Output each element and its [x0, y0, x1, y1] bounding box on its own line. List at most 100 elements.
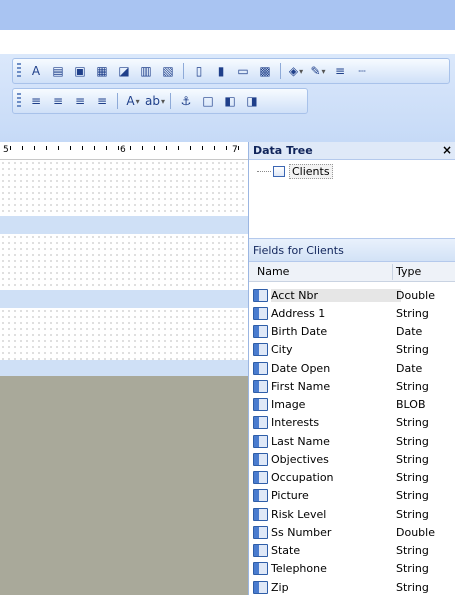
field-name: Occupation	[271, 471, 334, 485]
field-row[interactable]: First Name String	[249, 377, 455, 395]
column-header-type[interactable]: Type	[396, 265, 421, 278]
field-name: Address 1	[271, 306, 326, 320]
field-type: String	[396, 452, 429, 466]
band-separator[interactable]	[0, 360, 248, 376]
field-row[interactable]: State String	[249, 542, 455, 560]
fields-section-header: Fields for Clients	[249, 238, 455, 262]
fields-section-title: Fields for Clients	[253, 244, 344, 257]
ruler-label: 7	[232, 145, 238, 155]
label-tool-icon[interactable]: ▤	[49, 62, 67, 80]
align-center-icon[interactable]: ≡	[49, 92, 67, 110]
field-type: Double	[396, 525, 435, 539]
field-row[interactable]: City String	[249, 341, 455, 359]
field-name: Acct Nbr	[271, 288, 401, 302]
field-icon	[253, 580, 268, 594]
anchor-icon[interactable]: ⚓	[177, 92, 195, 110]
fill-color-icon[interactable]: ◈	[287, 62, 305, 80]
field-icon	[253, 544, 268, 558]
field-name: Birth Date	[271, 325, 328, 339]
field-row[interactable]: Birth Date Date	[249, 323, 455, 341]
dash-style-icon[interactable]: ┈	[353, 62, 371, 80]
report-band-header[interactable]	[0, 160, 248, 216]
report-band-detail[interactable]	[0, 234, 248, 290]
highlight-icon[interactable]: ab	[145, 92, 164, 110]
columns-icon[interactable]: ▯	[190, 62, 208, 80]
field-row[interactable]: Picture String	[249, 487, 455, 505]
ruler-tick	[130, 146, 131, 150]
ruler-tick	[58, 146, 59, 150]
field-row[interactable]: Image BLOB	[249, 396, 455, 414]
field-name: Last Name	[271, 434, 330, 448]
bring-front-icon[interactable]: ◧	[221, 92, 239, 110]
field-row[interactable]: Telephone String	[249, 560, 455, 578]
column-divider[interactable]	[392, 264, 393, 280]
field-name: Risk Level	[271, 507, 327, 521]
tree-node-label[interactable]: Clients	[289, 164, 333, 179]
close-icon[interactable]: ×	[442, 143, 452, 157]
field-row[interactable]: Date Open Date	[249, 359, 455, 377]
toolbar-grip[interactable]	[17, 63, 21, 79]
field-name: First Name	[271, 379, 331, 393]
border-icon[interactable]: □	[199, 92, 217, 110]
field-type: String	[396, 544, 429, 558]
field-row[interactable]: Objectives String	[249, 450, 455, 468]
field-name: Telephone	[271, 562, 327, 576]
text-tool-icon[interactable]: A	[27, 62, 45, 80]
line-style-icon[interactable]: ≡	[331, 62, 349, 80]
fields-list: Acct Nbr Double Address 1 String Birth Date D…	[249, 286, 455, 595]
ruler-tick	[166, 146, 167, 150]
field-row[interactable]: Acct Nbr Double	[249, 286, 455, 304]
band-separator[interactable]	[0, 216, 248, 234]
report-band-footer[interactable]	[0, 308, 248, 360]
align-left-icon[interactable]: ≡	[27, 92, 45, 110]
ruler-tick	[70, 146, 71, 150]
band-separator[interactable]	[0, 290, 248, 308]
subreport-tool-icon[interactable]: ◪	[115, 62, 133, 80]
page-layout-icon[interactable]: ▮	[212, 62, 230, 80]
table-tool-icon[interactable]: ▥	[137, 62, 155, 80]
field-name: State	[271, 544, 301, 558]
ruler-tick	[190, 146, 191, 150]
ruler-tick	[10, 146, 11, 150]
field-type: String	[396, 562, 429, 576]
properties-icon[interactable]: ▩	[256, 62, 274, 80]
field-row[interactable]: Interests String	[249, 414, 455, 432]
field-row[interactable]: Occupation String	[249, 469, 455, 487]
toolbar-separator	[117, 93, 118, 109]
crosstab-tool-icon[interactable]: ▧	[159, 62, 177, 80]
toolbar-separator	[183, 63, 184, 79]
field-row[interactable]: Risk Level String	[249, 505, 455, 523]
image-box-icon[interactable]: ▭	[234, 62, 252, 80]
align-right-icon[interactable]: ≡	[71, 92, 89, 110]
field-name: City	[271, 343, 293, 357]
field-type: String	[396, 471, 429, 485]
tree-node-clients[interactable]: Clients	[257, 164, 333, 179]
picture-tool-icon[interactable]: ▣	[71, 62, 89, 80]
field-icon	[253, 288, 268, 302]
field-type: String	[396, 343, 429, 357]
line-color-icon[interactable]: ✎	[309, 62, 327, 80]
field-name: Interests	[271, 416, 320, 430]
column-header-name[interactable]: Name	[257, 265, 289, 278]
field-type: String	[396, 580, 429, 594]
send-back-icon[interactable]: ◨	[243, 92, 261, 110]
ruler-tick	[202, 146, 203, 150]
justify-icon[interactable]: ≡	[93, 92, 111, 110]
tree-connector	[257, 171, 271, 172]
field-type: String	[396, 416, 429, 430]
toolbar-grip[interactable]	[17, 93, 21, 109]
font-color-icon[interactable]: A	[124, 92, 142, 110]
ruler-tick	[94, 146, 95, 150]
field-row[interactable]: Last Name String	[249, 432, 455, 450]
field-type: Double	[396, 288, 435, 302]
field-icon	[253, 525, 268, 539]
toolbar-separator	[280, 63, 281, 79]
field-row[interactable]: Zip String	[249, 578, 455, 595]
horizontal-ruler: 5 6 7	[0, 142, 248, 160]
chart-tool-icon[interactable]: ▦	[93, 62, 111, 80]
field-row[interactable]: Ss Number Double	[249, 523, 455, 541]
ruler-label: 6	[120, 145, 126, 155]
field-row[interactable]: Address 1 String	[249, 304, 455, 322]
field-icon	[253, 398, 268, 412]
field-name: Zip	[271, 580, 289, 594]
